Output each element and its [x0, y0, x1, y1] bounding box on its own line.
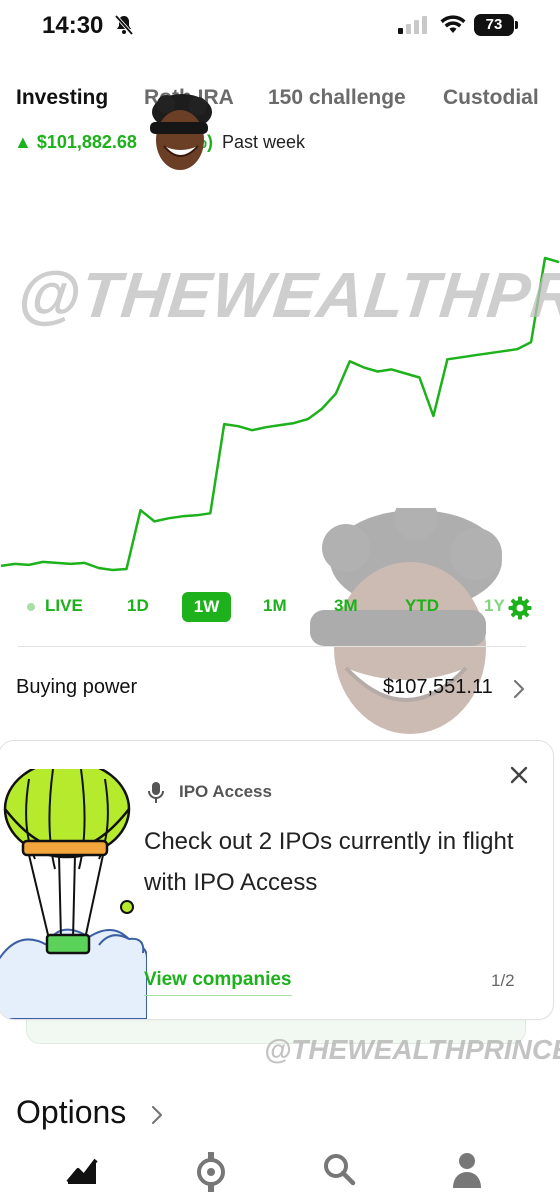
divider [18, 646, 526, 647]
person-icon[interactable] [452, 1152, 482, 1193]
performance-amount: $101,882.68 [36, 132, 137, 152]
range-live[interactable]: LIVE [45, 596, 83, 616]
watermark-text-small: @THEWEALTHPRINCE [264, 1034, 560, 1065]
card-pagination: 1/2 [491, 971, 515, 990]
range-1d[interactable]: 1D [127, 596, 149, 616]
buying-power-label[interactable]: Buying power [16, 676, 137, 699]
buying-power-value[interactable]: $107,551.11 [383, 676, 493, 699]
avatar-sticker-large [306, 496, 506, 734]
tab-investing[interactable]: Investing [16, 86, 108, 110]
ipo-kicker: IPO Access [179, 782, 272, 801]
search-icon[interactable] [322, 1152, 356, 1191]
wifi-icon [440, 14, 466, 39]
up-arrow-icon: ▲ [14, 132, 32, 152]
signal-icon [398, 16, 430, 39]
battery-tip [515, 21, 518, 29]
range-1m[interactable]: 1M [263, 596, 287, 616]
chevron-right-icon[interactable] [512, 678, 526, 705]
range-ytd[interactable]: YTD [405, 596, 439, 616]
avatar-sticker-small [146, 94, 214, 172]
status-time: 14:30 [42, 12, 104, 39]
chevron-right-icon[interactable] [150, 1104, 164, 1131]
crypto-icon[interactable] [194, 1152, 228, 1197]
options-section-title[interactable]: Options [16, 1094, 126, 1131]
tab-150-challenge[interactable]: 150 challenge [268, 86, 406, 110]
mic-icon [147, 781, 165, 810]
battery-indicator: 73 [474, 14, 514, 36]
range-1w[interactable]: 1W [182, 592, 231, 622]
tab-custodial[interactable]: Custodial [443, 86, 539, 110]
bell-slash-icon [114, 14, 134, 41]
view-companies-link[interactable]: View companies [144, 969, 292, 996]
balloon-illustration [0, 759, 148, 1019]
gear-icon[interactable] [508, 596, 532, 625]
range-1y[interactable]: 1Y [484, 596, 505, 616]
ipo-access-card[interactable]: IPO Access Check out 2 IPOs currently in… [0, 740, 554, 1020]
performance-period: Past week [222, 132, 306, 152]
watermark-text: @THEWEALTHPRINCE [14, 259, 560, 331]
range-3m[interactable]: 3M [334, 596, 358, 616]
chart-icon[interactable] [66, 1152, 100, 1191]
close-icon[interactable] [509, 765, 529, 790]
live-dot [27, 603, 35, 611]
ipo-card-title: Check out 2 IPOs currently in flight wit… [144, 828, 514, 896]
